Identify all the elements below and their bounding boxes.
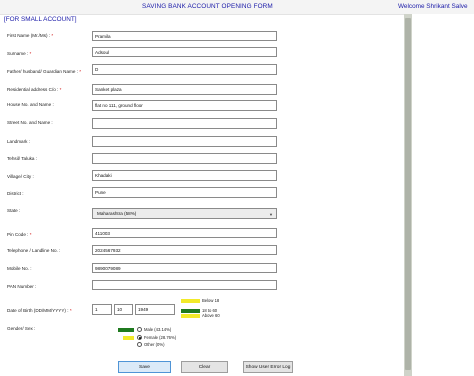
first-name-input[interactable]: Pramila	[92, 31, 277, 41]
save-button[interactable]: Save	[118, 361, 171, 373]
chevron-down-icon: ▼	[269, 212, 273, 217]
show-error-log-button[interactable]: Show User Error Log	[243, 361, 293, 373]
pin-code-input[interactable]: 411003	[92, 228, 277, 238]
legend-18-60-swatch	[181, 309, 200, 313]
state-select[interactable]: Maharashtra (58%) ▼	[92, 208, 277, 219]
house-no-input[interactable]: flat no 111, ground floor	[92, 100, 277, 111]
landmark-label: Landmark :	[7, 139, 30, 144]
surname-label: Surname : *	[7, 51, 32, 56]
telephone-label: Telephone / Landline No. :	[7, 248, 61, 253]
state-label: State :	[7, 208, 21, 213]
residential-address-input[interactable]: Sanket plaza	[92, 84, 277, 95]
street-label: Street No. and Name :	[7, 120, 53, 125]
district-label: District :	[7, 191, 24, 196]
form-title: SAVING BANK ACCOUNT OPENING FORM	[142, 3, 273, 10]
dob-label: Date of Birth (DD/MM/YYYY) : *	[7, 308, 72, 313]
legend-above-60-label: Above 60	[202, 313, 220, 318]
residential-address-label: Residential address C/o : *	[7, 87, 62, 92]
mobile-input[interactable]: 9890079089	[92, 263, 277, 273]
father-name-label: Father/ husband/ Guardian Name : *	[7, 69, 82, 74]
surname-input[interactable]: Adsoul	[92, 47, 277, 57]
village-city-input[interactable]: Khadaki	[92, 170, 277, 181]
house-no-label: House No. and Name :	[7, 102, 54, 107]
other-label: Other (0%)	[144, 342, 165, 347]
pan-input[interactable]	[92, 280, 277, 290]
other-radio[interactable]	[137, 342, 142, 347]
pan-label: PAN Number :	[7, 284, 37, 289]
male-radio[interactable]	[137, 327, 142, 332]
male-bar	[118, 328, 134, 332]
state-select-value: Maharashtra (58%)	[97, 211, 137, 216]
telephone-input[interactable]: 2024567932	[92, 245, 277, 255]
dob-day-input[interactable]: 1	[92, 304, 112, 315]
welcome-text: Welcome Shrikant Salve	[398, 3, 468, 10]
legend-above-60-swatch	[181, 314, 200, 318]
district-input[interactable]: Pune	[92, 187, 277, 198]
female-radio[interactable]	[137, 335, 142, 340]
female-label: Female (28.76%)	[144, 335, 177, 340]
father-name-input[interactable]: D	[92, 64, 277, 75]
village-city-label: Village/ City :	[7, 174, 34, 179]
dob-year-input[interactable]: 1949	[135, 304, 175, 315]
legend-below-18-swatch	[181, 299, 200, 303]
first-name-label: First Name (Mr./Ms) : *	[7, 33, 54, 38]
tehsil-input[interactable]	[92, 153, 277, 164]
male-label: Male (43.14%)	[144, 327, 172, 332]
female-bar	[123, 336, 134, 340]
form-subtitle: [FOR SMALL ACCOUNT]	[4, 16, 77, 23]
street-input[interactable]	[92, 118, 277, 129]
clear-button[interactable]: Clear	[181, 361, 228, 373]
landmark-input[interactable]	[92, 136, 277, 147]
legend-below-18-label: Below 18	[202, 298, 220, 303]
mobile-label: Mobile No. :	[7, 266, 32, 271]
dob-month-input[interactable]: 10	[114, 304, 133, 315]
tehsil-label: Tehsil/ Taluka :	[7, 156, 38, 161]
pin-code-label: Pin Code : *	[7, 232, 32, 237]
scrollbar-thumb[interactable]	[405, 18, 411, 370]
right-pane	[412, 14, 474, 376]
gender-label: Gender/ Sex :	[7, 326, 36, 331]
